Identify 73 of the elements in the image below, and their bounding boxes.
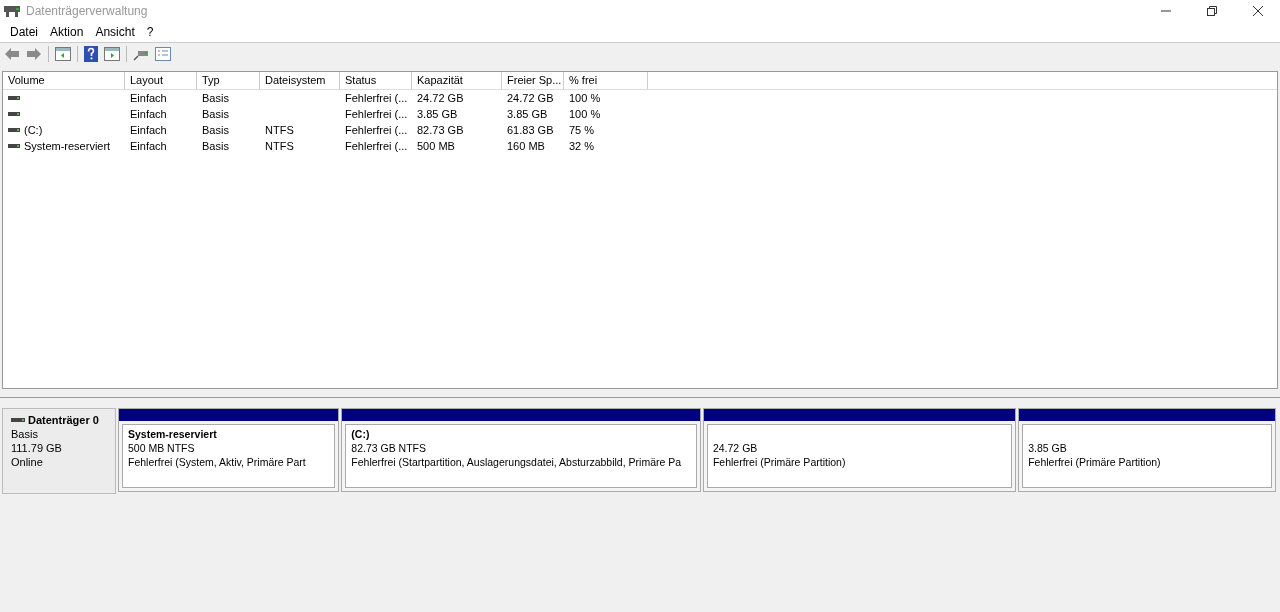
restore-icon[interactable]	[1206, 5, 1218, 17]
partition-block[interactable]: 24.72 GB Fehlerfrei (Primäre Partition)	[702, 408, 1017, 492]
back-arrow-icon[interactable]	[4, 47, 20, 61]
column-header[interactable]: Typ	[197, 72, 260, 89]
disk-type: Basis	[11, 427, 39, 441]
table-cell: 3.85 GB	[507, 108, 548, 120]
table-cell: Fehlerfrei (...	[345, 140, 408, 152]
volume-icon	[8, 127, 20, 133]
console-tree-icon[interactable]	[55, 47, 71, 61]
volume-icon	[8, 111, 20, 117]
forward-arrow-icon[interactable]	[26, 47, 42, 61]
table-cell: (C:)	[24, 124, 43, 136]
partition-block[interactable]: (C:) 82.73 GB NTFS Fehlerfrei (Startpartition, Auslagerungsdatei, Absturzabbild, Primäre Pa	[341, 408, 701, 492]
table-cell: Einfach	[130, 124, 167, 136]
table-cell: 3.85 GB	[417, 108, 458, 120]
table-cell: 500 MB	[417, 140, 455, 152]
table-cell: Einfach	[130, 140, 167, 152]
table-cell: Basis	[202, 92, 229, 104]
table-cell: Fehlerfrei (...	[345, 124, 408, 136]
column-header[interactable]: Dateisystem	[260, 72, 340, 89]
table-cell: Basis	[202, 140, 229, 152]
table-cell: 82.73 GB	[417, 124, 464, 136]
table-cell: 100 %	[569, 108, 601, 120]
close-icon[interactable]	[1252, 5, 1264, 17]
table-cell: System-reserviert	[24, 140, 111, 152]
table-cell: 160 MB	[507, 140, 545, 152]
column-header[interactable]: % frei	[564, 72, 648, 89]
column-header[interactable]: Volume	[3, 72, 125, 89]
disk-state: Online	[11, 455, 44, 469]
table-cell: 24.72 GB	[507, 92, 554, 104]
table-cell: NTFS	[265, 124, 294, 136]
table-cell: Einfach	[130, 92, 167, 104]
partition-size: 3.85 GB	[1028, 441, 1068, 455]
table-cell: 100 %	[569, 92, 601, 104]
table-cell: Basis	[202, 108, 229, 120]
properties-icon[interactable]	[155, 47, 171, 61]
partition-block[interactable]: 3.85 GB Fehlerfrei (Primäre Partition)	[1018, 408, 1276, 492]
disk-info-panel[interactable]: Datenträger 0 Basis 111.79 GB Online	[2, 408, 116, 494]
table-cell: Einfach	[130, 108, 167, 120]
partition-size: 24.72 GB	[712, 441, 759, 455]
partition-status: Fehlerfrei (Primäre Partition)	[712, 455, 847, 469]
disk-size: 111.79 GB	[11, 441, 63, 455]
table-cell: 32 %	[569, 140, 595, 152]
table-cell: Fehlerfrei (...	[345, 108, 408, 120]
table-cell: 24.72 GB	[417, 92, 464, 104]
column-header[interactable]: Layout	[125, 72, 197, 89]
partition-block[interactable]: System-reserviert 500 MB NTFS Fehlerfrei (System, Aktiv, Primäre Part	[118, 408, 340, 492]
volume-icon	[8, 143, 20, 149]
partition-status: Fehlerfrei (System, Aktiv, Primäre Part	[128, 455, 307, 469]
volume-icon	[8, 95, 20, 101]
column-header[interactable]: Freier Sp...	[502, 72, 564, 89]
partition-status: Fehlerfrei (Startpartition, Auslagerungsdatei, Absturzabbild, Primäre Pa	[351, 455, 683, 469]
table-cell: Fehlerfrei (...	[345, 92, 408, 104]
partition-name: (C:)	[351, 427, 371, 441]
menu-item[interactable]: Ansicht	[89, 25, 141, 39]
disk-management-icon	[4, 4, 20, 18]
table-cell: 61.83 GB	[507, 124, 554, 136]
menu-item[interactable]: Datei	[4, 25, 44, 39]
partition-size: 500 MB NTFS	[128, 441, 196, 455]
partition-size: 82.73 GB NTFS	[351, 441, 427, 455]
action-pane-icon[interactable]	[104, 47, 120, 61]
table-cell: Basis	[202, 124, 229, 136]
column-header[interactable]: Kapazität	[412, 72, 502, 89]
disk-name: Datenträger 0	[28, 413, 99, 427]
window-title: Datenträgerverwaltung	[26, 4, 148, 18]
partition-name: System-reserviert	[128, 427, 218, 441]
table-cell: NTFS	[265, 140, 294, 152]
table-cell: 75 %	[569, 124, 595, 136]
menu-item[interactable]: Aktion	[44, 25, 90, 39]
menu-item[interactable]: ?	[140, 25, 160, 39]
column-header[interactable]: Status	[340, 72, 412, 89]
help-icon[interactable]	[84, 46, 98, 62]
partition-status: Fehlerfrei (Primäre Partition)	[1028, 455, 1162, 469]
